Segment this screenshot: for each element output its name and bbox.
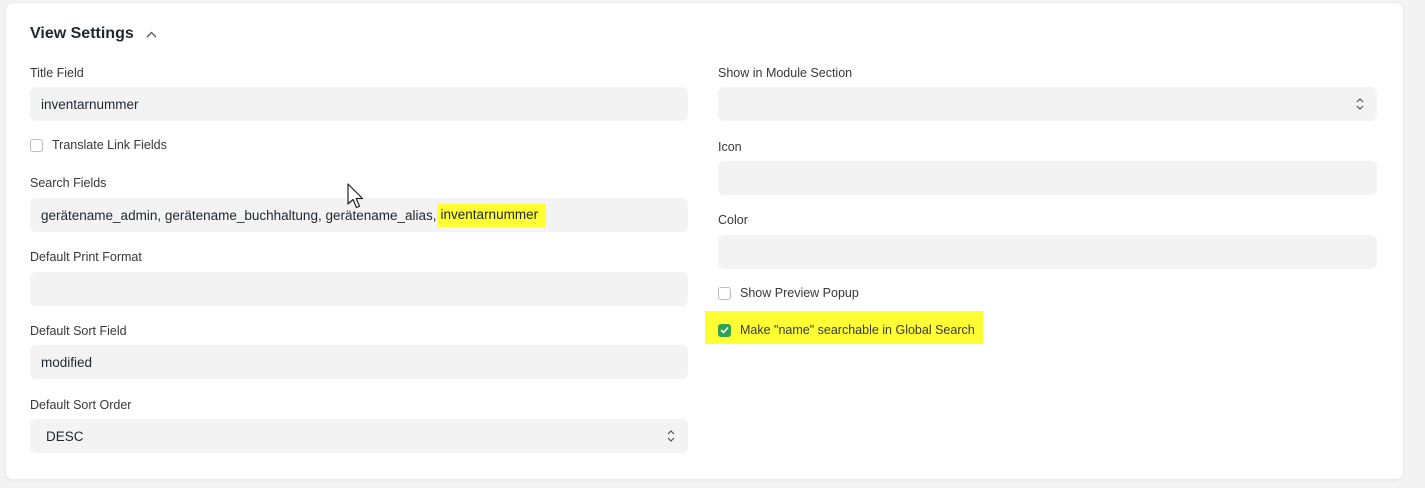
make-name-searchable-label: Make "name" searchable in Global Search	[740, 323, 975, 337]
translate-link-fields-checkbox[interactable]	[30, 138, 43, 152]
check-icon	[720, 326, 729, 334]
select-arrows-icon	[1356, 98, 1364, 110]
show-in-module-section-label: Show in Module Section	[718, 66, 853, 80]
mouse-cursor-icon	[347, 183, 364, 209]
translate-link-fields-label: Translate Link Fields	[52, 138, 167, 152]
chevron-up-icon[interactable]	[146, 31, 157, 38]
select-arrows-icon	[667, 430, 675, 442]
search-fields-highlighted-value: inventarnummer	[436, 203, 547, 227]
show-preview-popup-label: Show Preview Popup	[740, 286, 859, 300]
section-title: View Settings	[30, 25, 134, 42]
search-fields-label: Search Fields	[30, 176, 107, 190]
translate-link-fields-row[interactable]: Translate Link Fields	[30, 138, 167, 152]
icon-input[interactable]	[718, 161, 1377, 195]
color-input[interactable]	[718, 235, 1377, 269]
default-sort-field-input[interactable]: modified	[30, 345, 688, 379]
section-header[interactable]: View Settings	[30, 23, 157, 45]
show-preview-popup-row[interactable]: Show Preview Popup	[718, 286, 859, 300]
default-sort-field-label: Default Sort Field	[30, 324, 127, 338]
search-fields-value: gerätename_admin, gerätename_buchhaltung…	[41, 207, 437, 223]
show-in-module-section-select[interactable]	[718, 87, 1377, 121]
default-sort-order-value: DESC	[46, 428, 84, 444]
icon-label: Icon	[718, 140, 742, 154]
default-sort-field-value: modified	[41, 354, 93, 370]
show-preview-popup-checkbox[interactable]	[718, 286, 731, 300]
make-name-searchable-row[interactable]: Make "name" searchable in Global Search	[718, 323, 975, 337]
default-sort-order-label: Default Sort Order	[30, 398, 132, 412]
title-field-value: inventarnummer	[41, 96, 139, 112]
default-print-format-input[interactable]	[30, 272, 688, 306]
color-label: Color	[718, 213, 748, 227]
default-print-format-label: Default Print Format	[30, 250, 142, 264]
title-field-input[interactable]: inventarnummer	[30, 87, 688, 121]
title-field-label: Title Field	[30, 66, 84, 80]
make-name-searchable-checkbox[interactable]	[718, 323, 731, 337]
default-sort-order-select[interactable]: DESC	[30, 419, 688, 453]
